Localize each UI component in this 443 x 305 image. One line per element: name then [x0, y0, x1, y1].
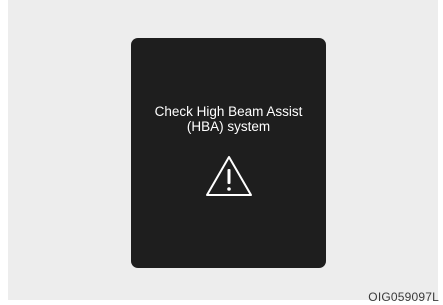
warning-triangle-icon — [206, 156, 252, 196]
warning-message-line-1: Check High Beam Assist — [154, 104, 303, 119]
warning-message-line-2: (HBA) system — [186, 119, 271, 134]
warning-message: Check High Beam Assist (HBA) system — [131, 104, 326, 134]
cluster-display: Check High Beam Assist (HBA) system — [131, 38, 326, 268]
figure-code: OIG059097L — [368, 290, 439, 304]
